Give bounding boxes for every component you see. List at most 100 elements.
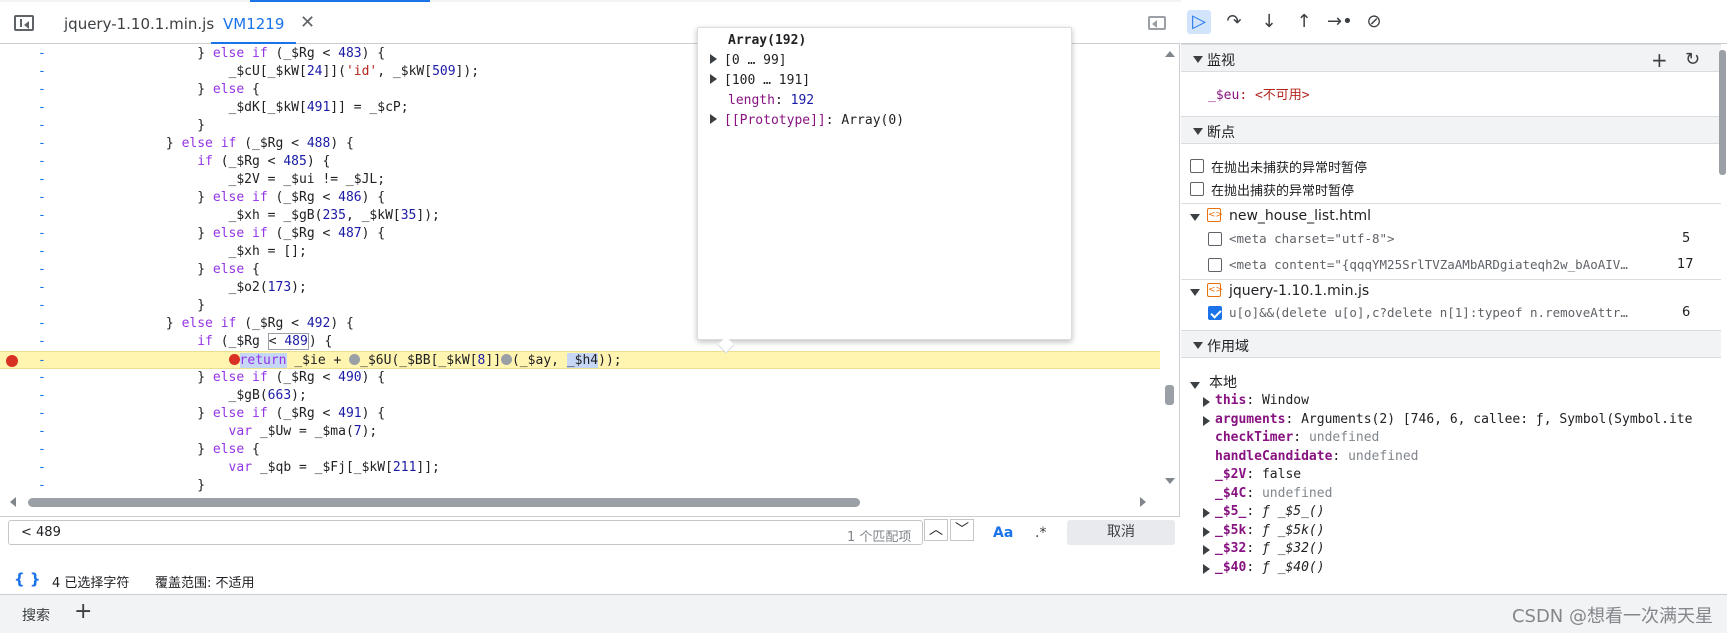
code-line[interactable]: - } else { (0, 441, 1160, 459)
watch-section-header[interactable]: 监视 + ↻ (1181, 44, 1721, 72)
scope-variable[interactable]: checkTimer: undefined (1215, 430, 1379, 445)
match-case-button[interactable]: Aa (993, 525, 1013, 541)
gutter-mark[interactable]: - (38, 171, 58, 189)
code-line[interactable]: - } (0, 477, 1160, 493)
scroll-up-icon[interactable] (1165, 51, 1175, 57)
expand-triangle-icon[interactable] (1203, 397, 1210, 407)
gutter-mark[interactable]: - (38, 441, 58, 459)
gutter-mark[interactable]: - (38, 189, 58, 207)
tab-vm1219[interactable]: VM1219 (211, 2, 297, 44)
expand-triangle-icon[interactable] (710, 114, 717, 124)
gutter-mark[interactable]: - (38, 315, 58, 333)
code-text[interactable]: } else { (72, 441, 260, 459)
scope-variable[interactable]: arguments: Arguments(2) [746, 6, callee:… (1203, 412, 1692, 427)
breakpoint-marker-icon[interactable] (6, 355, 18, 367)
code-text[interactable]: } else if (_$Rg < 488) { (72, 135, 354, 153)
drawer-tab-search[interactable]: 搜索 (22, 605, 50, 625)
gutter-mark[interactable]: - (38, 243, 58, 261)
code-text[interactable]: var _$Uw = _$ma(7); (72, 423, 378, 441)
gutter-mark[interactable]: - (38, 423, 58, 441)
add-tab-icon[interactable]: + (74, 599, 92, 624)
scroll-right-icon[interactable] (1140, 497, 1146, 507)
code-text[interactable]: _$gB(663); (72, 387, 307, 405)
code-line[interactable]: - var _$qb = _$Fj[_$kW[211]]; (0, 459, 1160, 477)
code-text[interactable]: _$cU[_$kW[24]]('id', _$kW[509]); (72, 63, 480, 81)
previous-match-button[interactable]: ︿ (924, 519, 948, 541)
gutter-mark[interactable]: - (38, 45, 58, 63)
add-watch-icon[interactable]: + (1651, 48, 1668, 72)
code-text[interactable]: } else if (_$Rg < 486) { (72, 189, 385, 207)
tab-close-icon[interactable]: ✕ (300, 14, 315, 32)
expand-caret-icon[interactable] (1190, 214, 1200, 221)
gutter-mark[interactable]: - (38, 297, 58, 315)
code-text[interactable]: } else { (72, 81, 260, 99)
code-line[interactable]: - return _$ie + _$6U(_$BB[_$kW[8]] (_$ay,… (0, 351, 1160, 369)
expand-triangle-icon[interactable] (1203, 526, 1210, 537)
debugger-sidebar-toggle-icon[interactable] (1148, 16, 1166, 30)
gutter-mark[interactable]: - (38, 99, 58, 117)
code-line[interactable]: - } else if (_$Rg < 491) { (0, 405, 1160, 423)
breakpoint-code[interactable]: <meta charset="utf-8"> (1229, 231, 1395, 246)
step-over-icon[interactable]: ↷ (1222, 10, 1246, 34)
pause-uncaught-checkbox[interactable] (1190, 159, 1204, 173)
expand-caret-icon[interactable] (1190, 289, 1200, 296)
code-line[interactable]: - } else if (_$Rg < 490) { (0, 369, 1160, 387)
scope-variable[interactable]: this: Window (1203, 393, 1309, 408)
gutter-mark[interactable]: - (38, 153, 58, 171)
expand-triangle-icon[interactable] (710, 54, 717, 64)
expand-caret-icon[interactable] (1190, 382, 1200, 389)
breakpoint-code[interactable]: u[o]&&(delete u[o],c?delete n[1]:typeof … (1229, 305, 1628, 320)
code-text[interactable]: } else if (_$Rg < 490) { (72, 369, 385, 387)
gutter-mark[interactable]: - (38, 81, 58, 99)
gutter-mark[interactable]: - (38, 387, 58, 405)
pretty-print-icon[interactable]: { } (14, 570, 41, 588)
gutter-mark[interactable]: - (38, 459, 58, 477)
vertical-scrollbar[interactable] (1160, 45, 1180, 493)
code-text[interactable]: _$xh = _$gB(235, _$kW[35]); (72, 207, 440, 225)
gutter-mark[interactable]: - (38, 405, 58, 423)
code-text[interactable]: } (72, 117, 205, 135)
code-text[interactable]: _$o2(173); (72, 279, 307, 297)
tab-jquery[interactable]: jquery-1.10.1.min.js (64, 2, 214, 44)
code-text[interactable]: _$xh = []; (72, 243, 307, 261)
step-out-icon[interactable]: ↑ (1292, 10, 1316, 34)
step-into-icon[interactable]: ↓ (1257, 10, 1281, 34)
gutter-mark[interactable]: - (38, 352, 58, 370)
gutter-mark[interactable]: - (38, 135, 58, 153)
popover-prototype[interactable]: [[Prototype]]: Array(0) (710, 113, 904, 128)
gutter-mark[interactable]: - (38, 261, 58, 279)
bp-file-name[interactable]: new_house_list.html (1229, 208, 1371, 224)
vertical-scroll-thumb[interactable] (1165, 385, 1174, 405)
code-text[interactable]: } else if (_$Rg < 483) { (72, 45, 385, 63)
scope-variable[interactable]: _$32: ƒ _$32() (1203, 541, 1325, 556)
breakpoint-checkbox[interactable] (1208, 232, 1222, 246)
code-text[interactable]: } else { (72, 261, 260, 279)
code-text[interactable]: _$dK[_$kW[491]] = _$cP; (72, 99, 409, 117)
sidebar-scroll-thumb[interactable] (1719, 50, 1726, 175)
scope-variable[interactable]: _$2V: false (1215, 467, 1301, 482)
gutter-mark[interactable]: - (38, 207, 58, 225)
code-line[interactable]: - _$gB(663); (0, 387, 1160, 405)
scroll-down-icon[interactable] (1165, 478, 1175, 484)
breakpoint-checkbox[interactable] (1208, 258, 1222, 272)
expand-triangle-icon[interactable] (1203, 415, 1210, 426)
expand-triangle-icon[interactable] (710, 74, 717, 84)
gutter-mark[interactable]: - (38, 63, 58, 81)
code-text[interactable]: _$2V = _$ui != _$JL; (72, 171, 386, 189)
gutter-mark[interactable]: - (38, 369, 58, 387)
breakpoints-section-header[interactable]: 断点 (1181, 116, 1721, 144)
scope-variable[interactable]: handleCandidate: undefined (1215, 449, 1419, 464)
scope-variable[interactable]: _$5k: ƒ _$5k() (1203, 523, 1325, 538)
scope-variable[interactable]: _$4C: undefined (1215, 486, 1332, 501)
watch-entry[interactable]: _$eu: <不可用> (1208, 84, 1310, 103)
gutter-mark[interactable]: - (38, 117, 58, 135)
expand-triangle-icon[interactable] (1203, 563, 1210, 574)
refresh-icon[interactable]: ↻ (1685, 49, 1700, 70)
scope-variable[interactable]: _$40: ƒ _$40() (1203, 560, 1325, 575)
code-text[interactable]: } else if (_$Rg < 487) { (72, 225, 385, 243)
gutter-mark[interactable]: - (38, 225, 58, 243)
cancel-button[interactable]: 取消 (1067, 520, 1175, 545)
next-match-button[interactable]: ﹀ (950, 519, 974, 541)
search-input[interactable]: < 489 1 个匹配项 (8, 520, 923, 545)
code-text[interactable]: if (_$Rg < 489) { (72, 333, 332, 351)
